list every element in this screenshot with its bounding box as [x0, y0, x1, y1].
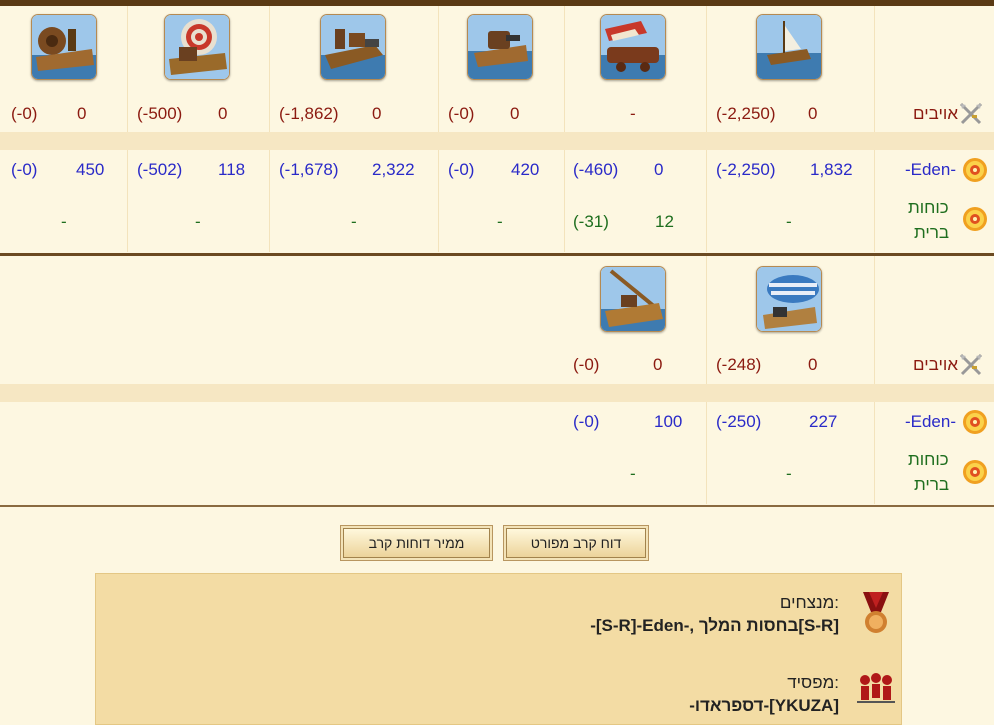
own-value: 1,832	[810, 160, 853, 179]
paddle-wheel-icon[interactable]	[31, 14, 97, 80]
land-label-line1: כוחות	[908, 198, 949, 217]
mortar-ship-icon[interactable]	[164, 14, 230, 80]
own-loss: (-502)	[137, 160, 183, 179]
land-value: -	[195, 212, 201, 231]
land-value: -	[497, 212, 503, 231]
enemy-value: 0	[808, 355, 818, 374]
land-value: -	[786, 464, 792, 483]
own-value: 100	[654, 412, 683, 431]
steam-ram-icon[interactable]	[320, 14, 386, 80]
detailed-report-button[interactable]: דוח קרב מפורט	[506, 528, 646, 558]
enemy-loss: (-2,250)	[716, 104, 776, 123]
report-converter-button[interactable]: ממיר דוחות קרב	[343, 528, 490, 558]
own-value: 420	[511, 160, 540, 179]
allied-emblem-icon	[962, 459, 988, 485]
own-value: 227	[809, 412, 838, 431]
enemy-value: 0	[808, 104, 818, 123]
ship-icon[interactable]	[756, 14, 822, 80]
crossed-swords-icon	[958, 101, 984, 127]
cannon-ship-icon[interactable]	[467, 14, 533, 80]
winners-title: מנצחים:	[779, 593, 839, 612]
unit-icon-row	[0, 256, 994, 346]
enemy-value: 0	[653, 355, 663, 374]
land-value: -	[351, 212, 357, 231]
land-loss: (-31)	[573, 212, 609, 231]
enemy-value: 0	[77, 104, 87, 123]
enemy-loss: (-1,862)	[279, 104, 339, 123]
enemy-row	[0, 346, 994, 384]
own-value: 2,322	[372, 160, 415, 179]
defeated-soldiers-icon	[855, 670, 897, 706]
enemy-loss: (-0)	[448, 104, 475, 123]
own-value: 0	[654, 160, 664, 179]
own-loss: (-250)	[716, 412, 762, 431]
crossed-swords-icon	[958, 352, 984, 378]
enemy-value: 0	[510, 104, 520, 123]
battle-result-panel: מנצחים: -[S-R]-Eden-, בחסות המלך[S-R] מפ…	[95, 573, 902, 725]
land-label-line2: ברית	[914, 223, 950, 242]
land-forces-row	[0, 442, 994, 504]
land-label-line2: ברית	[914, 475, 950, 494]
enemy-row-label: אויבים	[913, 355, 958, 374]
enemy-loss: (-248)	[716, 355, 762, 374]
table-divider	[0, 505, 994, 507]
catapult-icon[interactable]	[600, 14, 666, 80]
land-value: -	[630, 464, 636, 483]
own-value: 118	[218, 160, 246, 179]
medal-icon	[859, 590, 893, 638]
allied-emblem-icon	[962, 206, 988, 232]
enemy-value: 0	[218, 104, 228, 123]
row-separator-band	[0, 132, 994, 150]
enemy-value: 0	[372, 104, 382, 123]
own-loss: (-1,678)	[279, 160, 339, 179]
land-value: -	[786, 212, 792, 231]
balloon-carrier-icon[interactable]	[756, 266, 822, 332]
own-loss: (-0)	[573, 412, 600, 431]
land-label-line1: כוחות	[908, 450, 949, 469]
eden-emblem-icon	[962, 409, 988, 435]
land-value: 12	[655, 212, 674, 231]
own-loss: (-460)	[573, 160, 619, 179]
loser-value[interactable]: -דספראדו-[YKUZA]	[689, 696, 839, 716]
enemy-loss: (-0)	[11, 104, 38, 123]
own-loss: (-0)	[11, 160, 38, 179]
loser-title: מפסיד:	[787, 673, 839, 692]
eden-emblem-icon	[962, 157, 988, 183]
tender-icon[interactable]	[600, 266, 666, 332]
own-row	[0, 402, 994, 442]
own-loss: (-0)	[448, 160, 475, 179]
own-loss: (-2,250)	[716, 160, 776, 179]
enemy-loss: (-500)	[137, 104, 183, 123]
own-value: 450	[76, 160, 105, 179]
enemy-loss: (-0)	[573, 355, 600, 374]
own-row-label[interactable]: -Eden-	[905, 159, 956, 181]
winners-value[interactable]: -[S-R]-Eden-, בחסות המלך[S-R]	[590, 616, 839, 636]
enemy-row-label: אויבים	[913, 104, 958, 123]
own-row-label[interactable]: -Eden-	[905, 411, 956, 433]
land-value: -	[61, 212, 67, 231]
row-separator-band	[0, 384, 994, 402]
enemy-value: -	[630, 104, 636, 123]
